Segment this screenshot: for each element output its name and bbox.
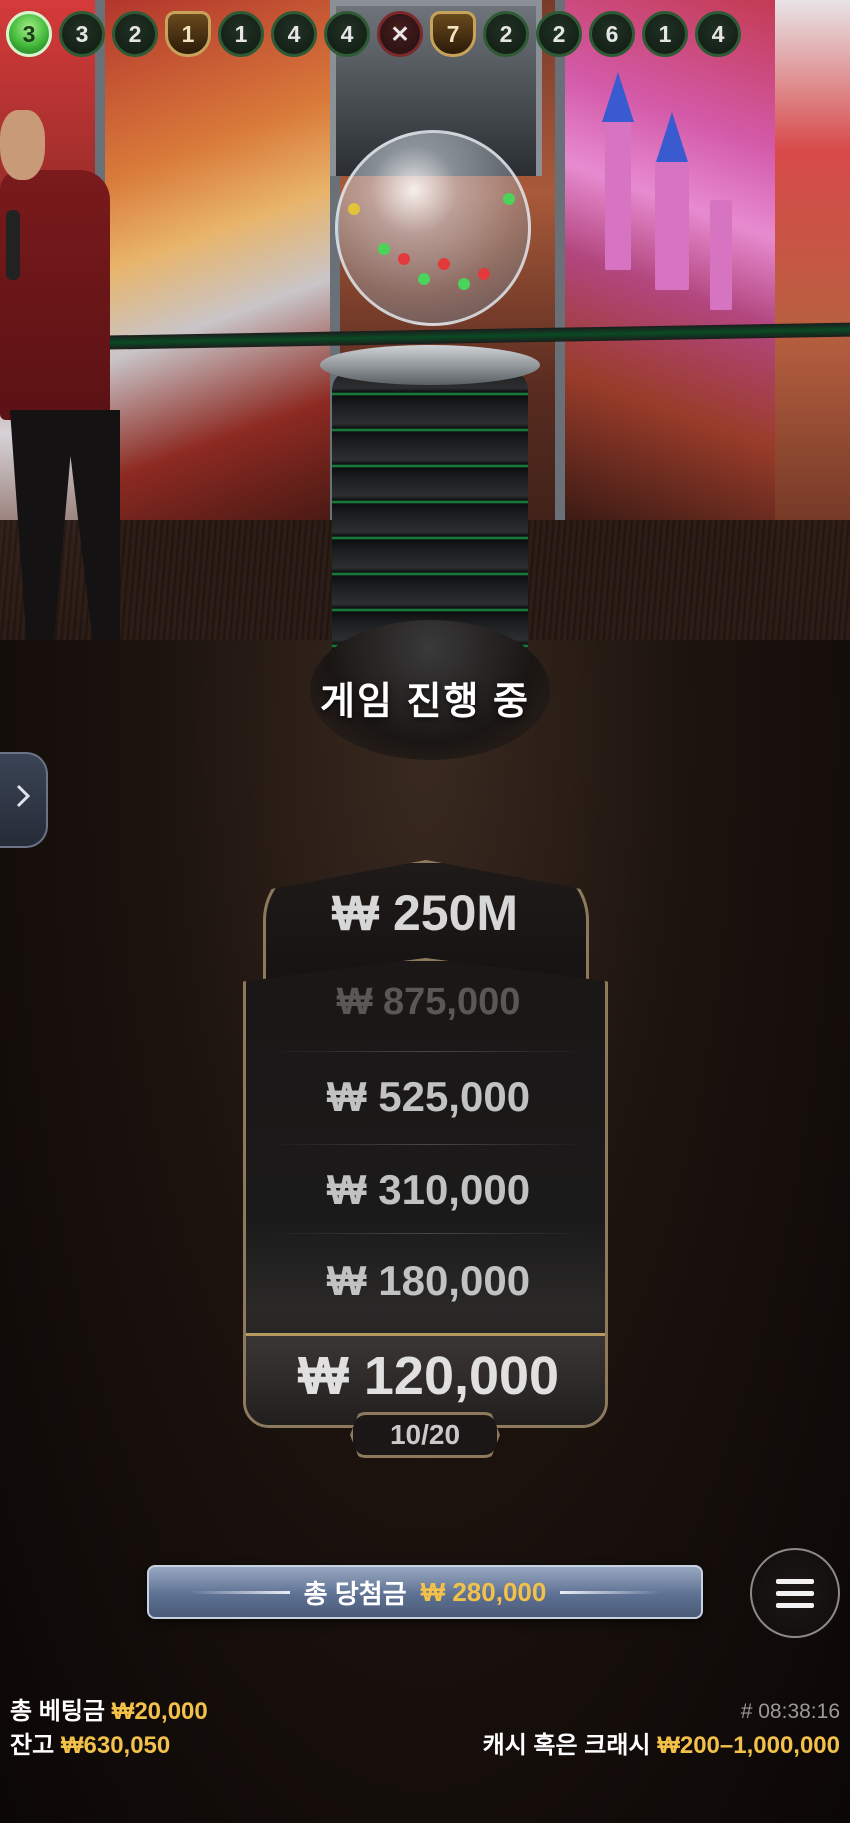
castle-tower	[655, 160, 689, 290]
prize-level: ₩ 875,000	[336, 981, 521, 1023]
castle-roof	[602, 72, 634, 122]
history-result: 1	[165, 11, 211, 57]
chevron-right-icon	[13, 782, 33, 818]
history-result: 4	[271, 11, 317, 57]
castle-tower	[605, 120, 631, 270]
prize-level: ₩ 180,000	[326, 1257, 531, 1304]
presenter-jacket	[0, 170, 110, 420]
jackpot-amount: ₩ 250M	[331, 885, 519, 941]
divider	[266, 1233, 591, 1234]
presenter-legs	[10, 410, 120, 640]
round-id: # 08:38:16	[740, 1700, 840, 1723]
winnings-amount: ₩ 280,000	[420, 1576, 547, 1607]
bet-balance-info: 총 베팅금 ₩20,000 잔고 ₩630,050	[10, 1695, 208, 1763]
hamburger-menu-icon	[776, 1590, 814, 1596]
ball	[438, 258, 450, 270]
ball	[378, 243, 390, 255]
ball-globe	[335, 130, 531, 326]
history-result: 2	[483, 11, 529, 57]
prize-level: ₩ 525,000	[326, 1073, 531, 1120]
history-result: 1	[642, 11, 688, 57]
history-result: 3	[59, 11, 105, 57]
bet-limit-value: ₩200–1,000,000	[657, 1732, 840, 1759]
balance: 잔고 ₩630,050	[10, 1729, 208, 1763]
ball	[348, 203, 360, 215]
hamburger-menu-icon	[776, 1578, 814, 1584]
history-result: 7	[430, 11, 476, 57]
prize-level: ₩ 310,000	[326, 1166, 531, 1213]
bet-limits: 캐시 혹은 크래시 ₩200–1,000,000	[483, 1729, 840, 1763]
microphone	[6, 210, 20, 280]
menu-button[interactable]	[750, 1548, 840, 1638]
game-status-text: 게임 진행 중	[320, 681, 530, 723]
history-result: 4	[695, 11, 741, 57]
studio-panel	[775, 0, 850, 600]
ball	[458, 278, 470, 290]
ball	[398, 253, 410, 265]
balance-value: ₩630,050	[60, 1732, 171, 1759]
history-result: 1	[218, 11, 264, 57]
side-panel-toggle[interactable]	[0, 752, 48, 848]
castle-roof	[656, 112, 688, 162]
presenter-head	[0, 110, 45, 180]
history-result: ✕	[377, 11, 423, 57]
balance-label: 잔고	[10, 1732, 55, 1759]
history-result: 2	[536, 11, 582, 57]
history-result: 2	[112, 11, 158, 57]
total-bet-label: 총 베팅금	[10, 1698, 105, 1725]
total-winnings-bar: 총 당첨금 ₩ 280,000	[147, 1565, 703, 1619]
winnings-label: 총 당첨금	[303, 1578, 407, 1609]
divider	[266, 1144, 591, 1145]
divider	[266, 1051, 591, 1052]
history-result: 4	[324, 11, 370, 57]
ball	[503, 193, 515, 205]
result-history: 3 3 2 1 1 4 4 ✕ 7 2 2 6 1 4	[6, 8, 850, 60]
level-progress: 10/20	[350, 1412, 500, 1458]
history-result: 3	[6, 11, 52, 57]
presenter	[0, 110, 160, 650]
round-info: # 08:38:16 캐시 혹은 크래시 ₩200–1,000,000	[483, 1695, 840, 1763]
castle-tower	[710, 200, 732, 310]
prize-ladder: ₩ 875,000 ₩ 525,000 ₩ 310,000 ₩ 180,000 …	[243, 958, 608, 1428]
hamburger-menu-icon	[776, 1602, 814, 1608]
decor-line	[189, 1590, 290, 1594]
total-bet-value: ₩20,000	[111, 1698, 208, 1725]
ball	[478, 268, 490, 280]
total-bet: 총 베팅금 ₩20,000	[10, 1695, 208, 1729]
bet-limit-label: 캐시 혹은 크래시	[482, 1732, 651, 1759]
decor-line	[560, 1590, 661, 1594]
studio-panel	[555, 0, 785, 520]
history-result: 6	[589, 11, 635, 57]
lottery-machine	[310, 0, 550, 760]
game-screen: 3 3 2 1 1 4 4 ✕ 7 2 2 6 1 4 게임 진행 중 ₩ 250M ₩ 875,000 …	[0, 0, 850, 1823]
ball	[418, 273, 430, 285]
machine-cap	[320, 345, 540, 385]
